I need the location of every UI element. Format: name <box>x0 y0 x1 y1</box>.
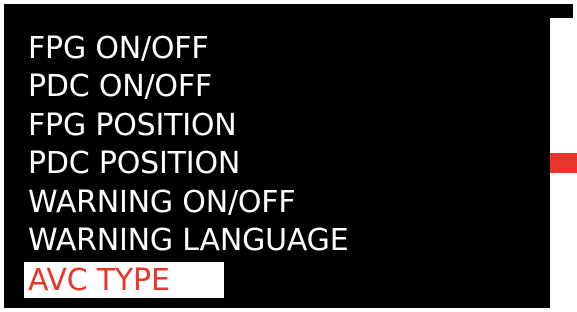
scrollbar-thumb[interactable] <box>550 153 577 173</box>
menu-item-warning-language[interactable]: WARNING LANGUAGE <box>24 222 349 261</box>
settings-screen: FPG ON/OFF PDC ON/OFF FPG POSITION PDC P… <box>0 0 577 312</box>
settings-menu: FPG ON/OFF PDC ON/OFF FPG POSITION PDC P… <box>24 29 349 298</box>
menu-item-fpg-on-off[interactable]: FPG ON/OFF <box>24 29 348 68</box>
menu-item-pdc-position[interactable]: PDC POSITION <box>24 145 348 184</box>
scrollbar[interactable] <box>550 18 577 308</box>
menu-item-warning-on-off[interactable]: WARNING ON/OFF <box>24 183 348 222</box>
menu-item-avc-type[interactable]: AVC TYPE <box>24 262 224 298</box>
menu-item-fpg-position[interactable]: FPG POSITION <box>24 106 348 145</box>
menu-item-pdc-on-off[interactable]: PDC ON/OFF <box>24 68 348 107</box>
